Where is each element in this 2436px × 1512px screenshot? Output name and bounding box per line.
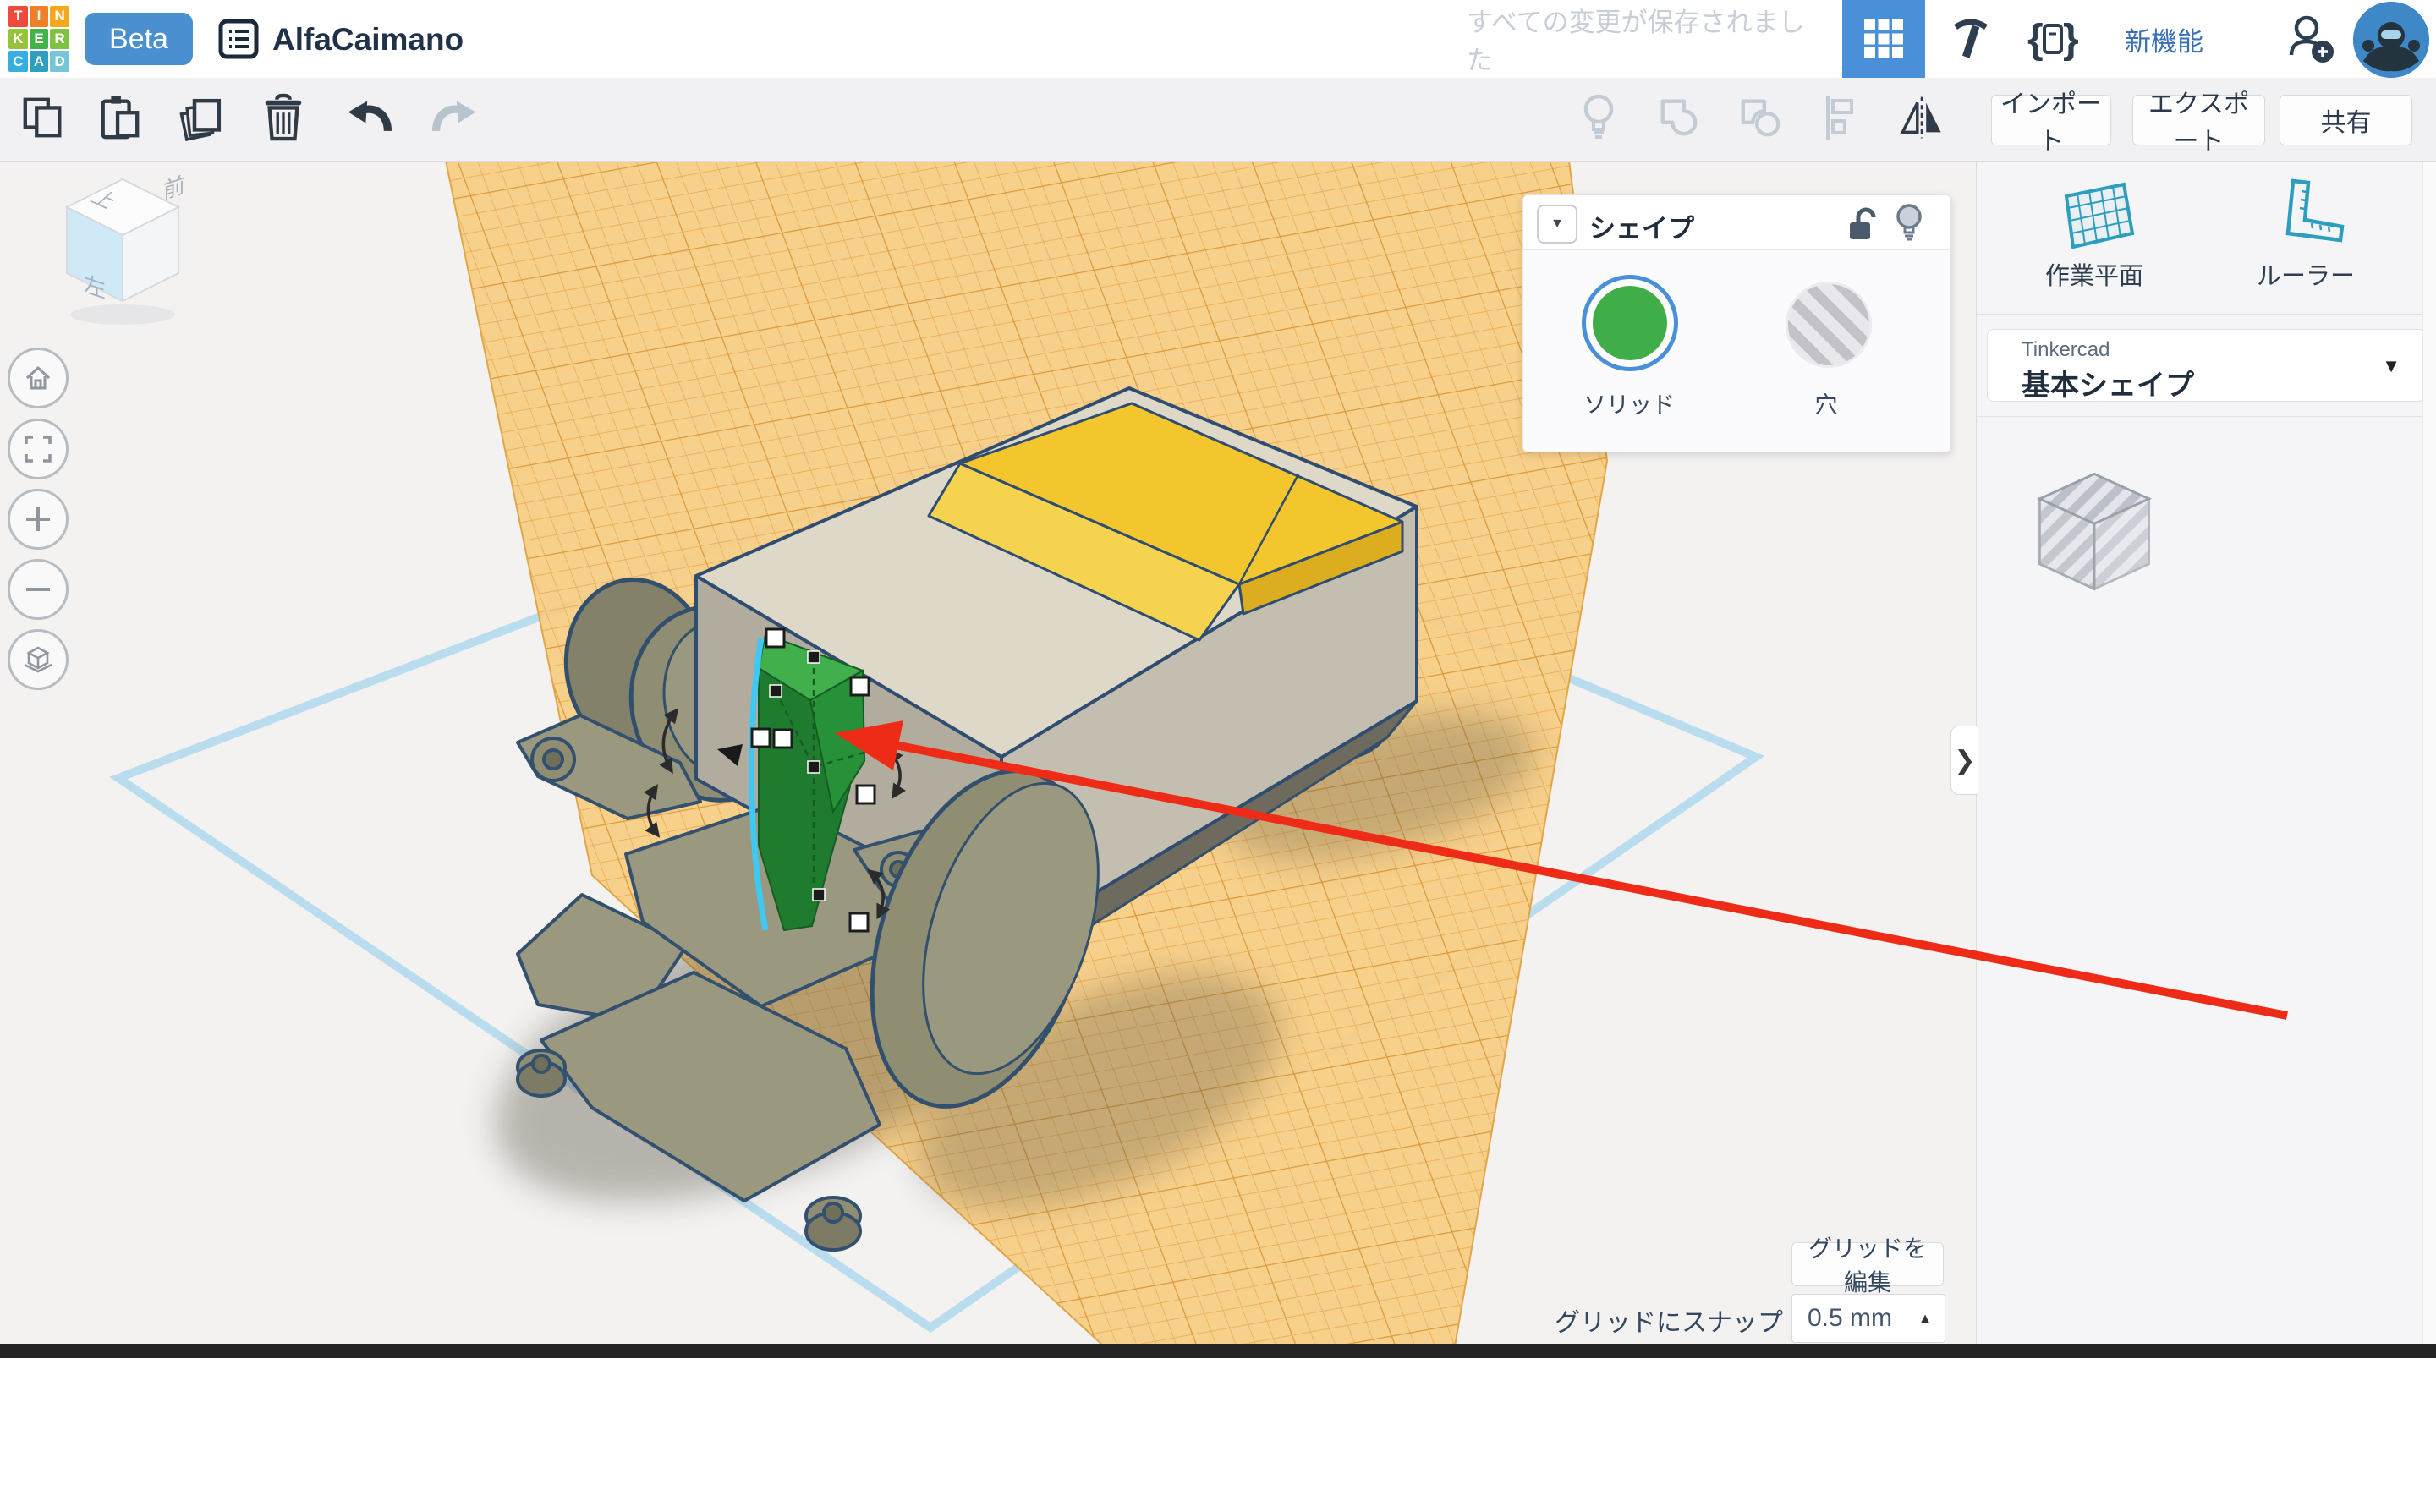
sidebar-scrollbar[interactable]	[2422, 161, 2436, 1344]
blocks-view-button[interactable]	[1842, 0, 1925, 78]
shape-panel-header: ▼ シェイプ	[1523, 195, 1950, 250]
tinkercad-logo-icon[interactable]: TIN KER CAD	[8, 6, 69, 72]
undo-button[interactable]	[342, 90, 398, 145]
shape-library-sidebar: ❯ 作業平面 ルーラー Tinkercad 基本シェイプ ▼	[1950, 161, 2436, 1344]
caret-down-icon: ▼	[1550, 216, 1564, 231]
align-button[interactable]	[1814, 90, 1870, 145]
new-features-link[interactable]: 新機能	[2125, 0, 2203, 78]
shape-panel-title: シェイプ	[1589, 214, 1694, 244]
hole-striped-circle	[1786, 282, 1872, 368]
codeblocks-button[interactable]: { }	[2016, 0, 2089, 78]
chevron-right-icon: ❯	[1954, 746, 1976, 775]
solid-color-circle	[1593, 286, 1667, 360]
delete-button[interactable]	[255, 90, 311, 145]
design-title[interactable]: AlfaCaimano	[272, 22, 464, 58]
ruler-label: ルーラー	[2256, 263, 2355, 290]
workplane-label: 作業平面	[2044, 263, 2143, 290]
visibility-bulb-icon[interactable]	[1894, 202, 1924, 244]
zoom-in-button[interactable]	[8, 489, 69, 550]
duplicate-icon	[179, 98, 222, 142]
hole-label: 穴	[1814, 392, 1838, 418]
svg-text:{: {	[2027, 17, 2044, 62]
home-view-button[interactable]	[8, 348, 69, 408]
plus-icon	[26, 507, 50, 531]
code-blocks-icon: { }	[2027, 17, 2079, 62]
lightbulb-icon	[1583, 94, 1614, 139]
redo-icon	[431, 101, 476, 132]
export-button[interactable]: エクスポート	[2132, 90, 2265, 156]
ungroup-icon	[1741, 99, 1780, 137]
caret-up-icon: ▲	[1918, 1309, 1933, 1327]
view-cube-front-label[interactable]: 前	[163, 172, 185, 204]
group-icon	[1660, 99, 1698, 136]
perspective-toggle-button[interactable]	[8, 629, 69, 690]
perspective-icon	[24, 646, 52, 673]
ungroup-button[interactable]	[1733, 90, 1789, 145]
sidebar-collapse-button[interactable]: ❯	[1950, 726, 1978, 795]
duplicate-button[interactable]	[174, 90, 230, 145]
striped-box-icon	[2036, 472, 2153, 591]
mirror-flip-icon	[1900, 96, 1941, 139]
undo-icon	[348, 101, 392, 132]
mirror-button[interactable]	[1894, 90, 1950, 145]
paste-icon	[101, 96, 140, 140]
redo-button[interactable]	[426, 90, 482, 145]
shape-panel-collapse-button[interactable]: ▼	[1537, 205, 1577, 244]
robot-avatar-icon	[2353, 2, 2429, 78]
design-menu-icon[interactable]	[218, 19, 259, 59]
avatar[interactable]	[2353, 2, 2429, 78]
invite-button[interactable]	[2275, 0, 2348, 78]
solid-label: ソリッド	[1583, 392, 1675, 418]
app-header: TIN KER CAD Beta AlfaCaimano すべての変更が保存され…	[0, 0, 2436, 79]
show-all-button[interactable]	[1571, 90, 1627, 145]
copy-icon	[23, 97, 62, 138]
copy-button[interactable]	[15, 90, 71, 145]
shape-inspector-panel: ▼ シェイプ ソリッド 穴	[1522, 194, 1951, 452]
svg-text:}: }	[2063, 17, 2079, 62]
person-add-icon	[2289, 15, 2334, 63]
grid-icon	[1864, 19, 1903, 58]
bottom-edge-bar	[0, 1344, 2436, 1358]
view-cube[interactable]: 上 左 前	[34, 169, 228, 338]
zoom-out-button[interactable]	[8, 559, 69, 620]
save-status-text: すべての変更が保存されました	[1467, 8, 1805, 75]
ruler-tool[interactable]	[2268, 174, 2345, 252]
helper-tools-section: 作業平面 ルーラー	[1977, 161, 2436, 315]
home-icon	[25, 365, 51, 390]
divider	[1977, 416, 2436, 417]
paste-button[interactable]	[91, 90, 147, 145]
snap-grid-value: 0.5 mm	[1808, 1304, 1893, 1332]
snap-grid-select[interactable]: 0.5 mm ▲	[1791, 1294, 1945, 1343]
beta-badge: Beta	[85, 13, 193, 65]
library-brand: Tinkercad	[2022, 338, 2110, 361]
workplane-tool[interactable]	[2055, 176, 2136, 252]
group-button[interactable]	[1651, 90, 1707, 145]
align-icon	[1826, 96, 1853, 140]
share-button[interactable]: 共有	[2280, 95, 2412, 145]
snap-to-grid-label: グリッドにスナップ	[1555, 1309, 1783, 1337]
fit-view-button[interactable]	[8, 419, 69, 479]
edit-toolbar: インポート エクスポート 共有	[0, 78, 2436, 162]
pickaxe-icon	[1954, 19, 1988, 58]
trash-icon	[265, 93, 302, 141]
library-name: 基本シェイプ	[2022, 370, 2194, 402]
caret-down-icon: ▼	[2382, 355, 2400, 376]
unlock-icon[interactable]	[1846, 207, 1880, 243]
edit-grid-button[interactable]: グリッドを編集	[1791, 1235, 1944, 1296]
fit-view-icon	[25, 436, 52, 463]
library-selector[interactable]: Tinkercad 基本シェイプ ▼	[1987, 329, 2425, 402]
import-button[interactable]: インポート	[1991, 90, 2111, 156]
minecraft-export-button[interactable]	[1937, 0, 2005, 78]
minus-icon	[26, 588, 50, 591]
